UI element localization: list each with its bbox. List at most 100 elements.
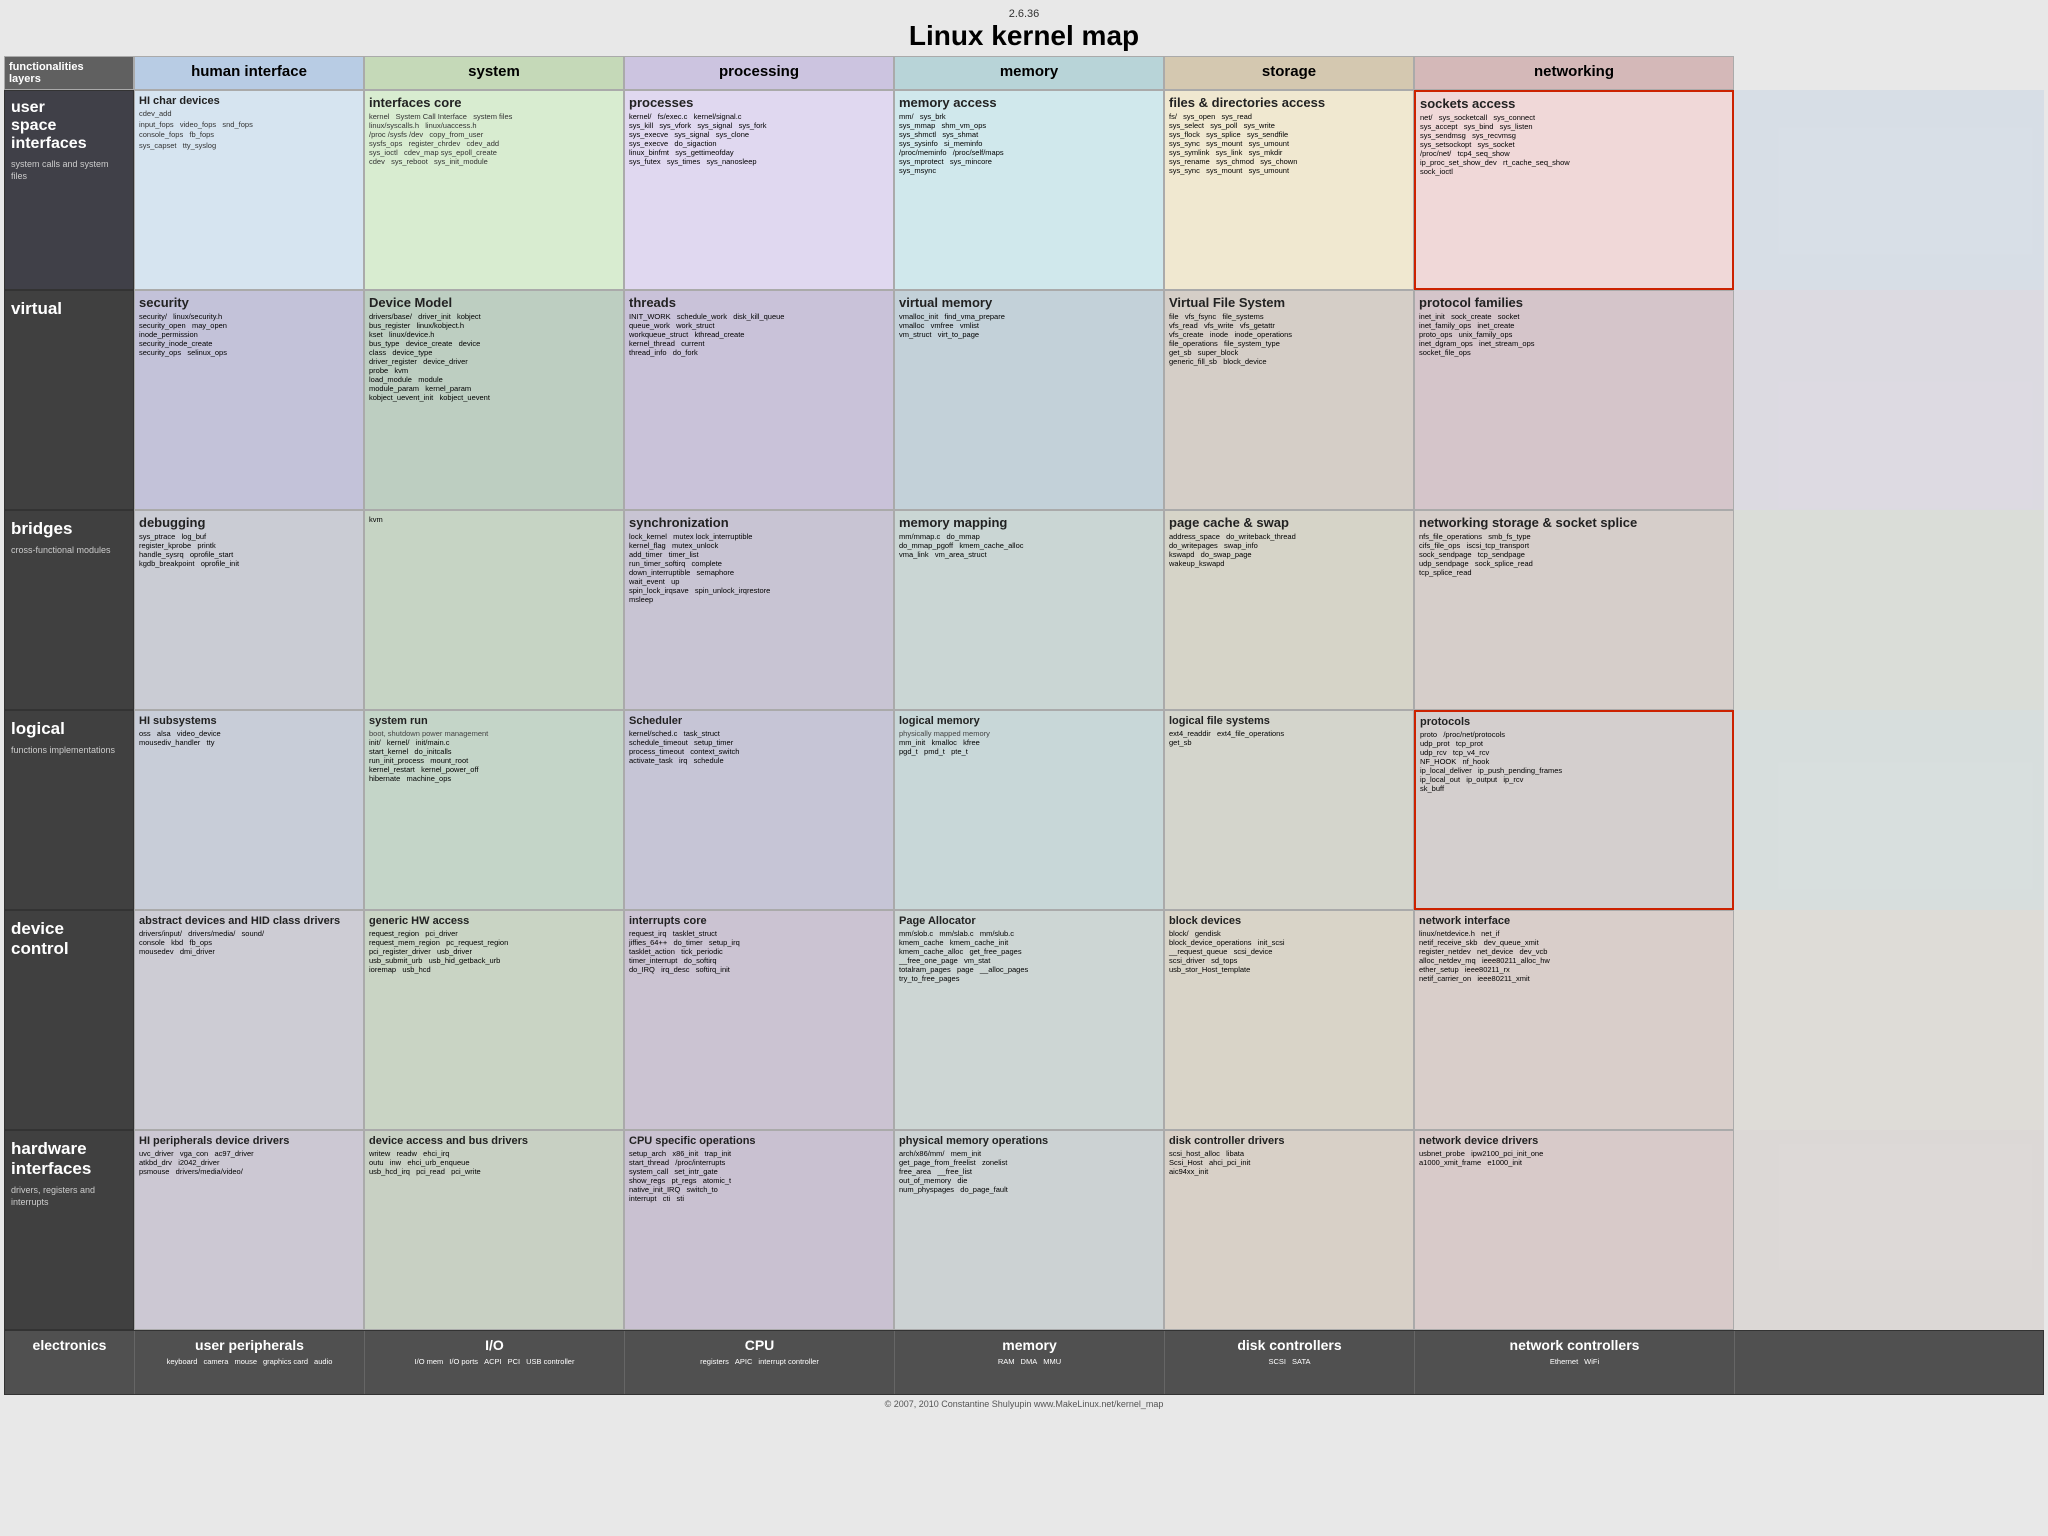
user-net-content: net/ sys_socketcall sys_connect sys_acce… (1420, 113, 1728, 176)
device-hi-title: abstract devices and HID class drivers (139, 915, 359, 927)
cell-device-sys: generic HW access request_region pci_dri… (364, 910, 624, 1130)
device-net-content: linux/netdevice.h net_if netif_receive_s… (1419, 929, 1729, 983)
hw-proc-title: CPU specific operations (629, 1135, 889, 1147)
virtual-sys-title: Device Model (369, 295, 619, 310)
cell-virtual-proc: threads INIT_WORK schedule_work disk_kil… (624, 290, 894, 510)
bridges-net-content: nfs_file_operations smb_fs_type cifs_fil… (1419, 532, 1729, 577)
user-space-label: userspaceinterfaces (11, 99, 127, 153)
bridges-hi-content: sys_ptrace log_buf register_kprobe print… (139, 532, 359, 568)
disk-title: disk controllers (1237, 1337, 1341, 1353)
bridges-label: bridges (11, 519, 127, 539)
cell-bridges-mem: memory mapping mm/mmap.c do_mmap do_mmap… (894, 510, 1164, 710)
device-control-row: devicecontrol abstract devices and HID c… (4, 910, 2044, 1130)
cell-logical-net: protocols proto /proc/net/protocols udp_… (1414, 710, 1734, 910)
row-label-bridges: bridges cross-functional modules (4, 510, 134, 710)
logical-proc-title: Scheduler (629, 715, 889, 727)
cell-bridges-hi: debugging sys_ptrace log_buf register_kp… (134, 510, 364, 710)
headers-row: functionalities layers human interface s… (4, 56, 2044, 90)
user-mem-content: mm/ sys_brk sys_mmap shm_vm_ops sys_shmc… (899, 112, 1159, 175)
col-net-header: networking (1414, 56, 1734, 90)
cell-hw-sys: device access and bus drivers writew rea… (364, 1130, 624, 1330)
electronics-label-cell: electronics (5, 1331, 135, 1394)
bridges-stor-content: address_space do_writeback_thread do_wri… (1169, 532, 1409, 568)
cell-user-mem: memory access mm/ sys_brk sys_mmap shm_v… (894, 90, 1164, 290)
logical-net-content: proto /proc/net/protocols udp_prot tcp_p… (1420, 730, 1728, 793)
device-net-title: network interface (1419, 915, 1729, 927)
device-mem-title: Page Allocator (899, 915, 1159, 927)
electronics-cpu: CPU registers APIC interrupt controller (625, 1331, 895, 1394)
cell-logical-sys: system run boot, shutdown power manageme… (364, 710, 624, 910)
device-hi-content: drivers/input/ drivers/media/ sound/ con… (139, 929, 359, 956)
row-label-user-space: userspaceinterfaces system calls and sys… (4, 90, 134, 290)
disk-items: SCSI SATA (1269, 1357, 1311, 1366)
hw-stor-title: disk controller drivers (1169, 1135, 1409, 1147)
page-title: Linux kernel map (0, 20, 2048, 52)
user-proc-title: processes (629, 95, 889, 110)
cell-virtual-stor: Virtual File System file vfs_fsync file_… (1164, 290, 1414, 510)
virtual-net-content: inet_init sock_create socket inet_family… (1419, 312, 1729, 357)
cell-user-net: sockets access net/ sys_socketcall sys_c… (1414, 90, 1734, 290)
cell-user-proc: processes kernel/ fs/exec.c kernel/signa… (624, 90, 894, 290)
hw-stor-content: scsi_host_alloc libata Scsi_Host ahci_pc… (1169, 1149, 1409, 1176)
logical-net-title: protocols (1420, 716, 1728, 728)
version-label: 2.6.36 (0, 8, 2048, 20)
electronics-user-peripherals: user peripherals keyboard camera mouse g… (135, 1331, 365, 1394)
cell-device-hi: abstract devices and HID class drivers d… (134, 910, 364, 1130)
virtual-stor-content: file vfs_fsync file_systems vfs_read vfs… (1169, 312, 1409, 366)
cell-bridges-proc: synchronization lock_kernel mutex lock_i… (624, 510, 894, 710)
cell-bridges-sys: kvm (364, 510, 624, 710)
cell-virtual-mem: virtual memory vmalloc_init find_vma_pre… (894, 290, 1164, 510)
cell-hw-hi: HI peripherals device drivers uvc_driver… (134, 1130, 364, 1330)
col-mem-header: memory (894, 56, 1164, 90)
bridges-mem-content: mm/mmap.c do_mmap do_mmap_pgoff kmem_cac… (899, 532, 1159, 559)
bridges-mem-title: memory mapping (899, 515, 1159, 530)
cell-logical-stor: logical file systems ext4_readdir ext4_f… (1164, 710, 1414, 910)
logical-stor-content: ext4_readdir ext4_file_operations get_sb (1169, 729, 1409, 747)
cell-hw-net: network device drivers usbnet_probe ipw2… (1414, 1130, 1734, 1330)
bridges-stor-title: page cache & swap (1169, 515, 1409, 530)
col-hi-header: human interface (134, 56, 364, 90)
cell-hw-mem: physical memory operations arch/x86/mm/ … (894, 1130, 1164, 1330)
row-label-virtual: virtual (4, 290, 134, 510)
memory-items: RAM DMA MMU (998, 1357, 1061, 1366)
electronics-disk-controllers: disk controllers SCSI SATA (1165, 1331, 1415, 1394)
network-items: Ethernet WiFi (1550, 1357, 1599, 1366)
user-sys-content: kernel System Call Interface system file… (369, 112, 619, 166)
logical-hi-content: oss alsa video_device mousediv_handler t… (139, 729, 359, 747)
title-bar: 2.6.36 Linux kernel map (0, 0, 2048, 56)
cell-logical-hi: HI subsystems oss alsa video_device mous… (134, 710, 364, 910)
electronics-row: electronics user peripherals keyboard ca… (4, 1330, 2044, 1395)
bridges-row: bridges cross-functional modules debuggi… (4, 510, 2044, 710)
device-proc-content: request_irq tasklet_struct jiffies_64++ … (629, 929, 889, 974)
bridges-sublabel: cross-functional modules (11, 545, 127, 557)
logical-mem-content: mm_init kmalloc kfree pgd_t pmd_t pte_t (899, 738, 1159, 756)
cell-device-net: network interface linux/netdevice.h net_… (1414, 910, 1734, 1130)
user-sys-title: interfaces core (369, 95, 619, 110)
electronics-label: electronics (33, 1337, 107, 1353)
page-container: 2.6.36 Linux kernel map functionalities … (0, 0, 2048, 1536)
footer: © 2007, 2010 Constantine Shulyupin www.M… (0, 1395, 2048, 1413)
hw-hi-content: uvc_driver vga_con ac97_driver atkbd_drv… (139, 1149, 359, 1176)
device-sys-content: request_region pci_driver request_mem_re… (369, 929, 619, 974)
memory-title: memory (1002, 1337, 1056, 1353)
network-title: network controllers (1510, 1337, 1640, 1353)
cpu-items: registers APIC interrupt controller (700, 1357, 819, 1366)
user-hi-items: cdev_add input_fops video_fops snd_fops … (139, 109, 359, 151)
cell-bridges-net: networking storage & socket splice nfs_f… (1414, 510, 1734, 710)
virtual-mem-content: vmalloc_init find_vma_prepare vmalloc vm… (899, 312, 1159, 339)
hardware-interfaces-row: hardwareinterfaces drivers, registers an… (4, 1130, 2044, 1330)
bridges-sys-content: kvm (369, 515, 619, 524)
row-label-hardware: hardwareinterfaces drivers, registers an… (4, 1130, 134, 1330)
cell-user-hi: HI char devices cdev_add input_fops vide… (134, 90, 364, 290)
device-mem-content: mm/slob.c mm/slab.c mm/slub.c kmem_cache… (899, 929, 1159, 983)
row-label-device-control: devicecontrol (4, 910, 134, 1130)
user-space-row: userspaceinterfaces system calls and sys… (4, 90, 2044, 290)
cell-user-sys: interfaces core kernel System Call Inter… (364, 90, 624, 290)
logical-hi-title: HI subsystems (139, 715, 359, 727)
io-items: I/O mem I/O ports ACPI PCI USB controlle… (415, 1357, 575, 1366)
cell-logical-proc: Scheduler kernel/sched.c task_struct sch… (624, 710, 894, 910)
logical-mem-title: logical memory (899, 715, 1159, 727)
hw-net-content: usbnet_probe ipw2100_pci_init_one a1000_… (1419, 1149, 1729, 1167)
hardware-label: hardwareinterfaces (11, 1139, 127, 1179)
user-space-sublabel: system calls and system files (11, 159, 127, 182)
